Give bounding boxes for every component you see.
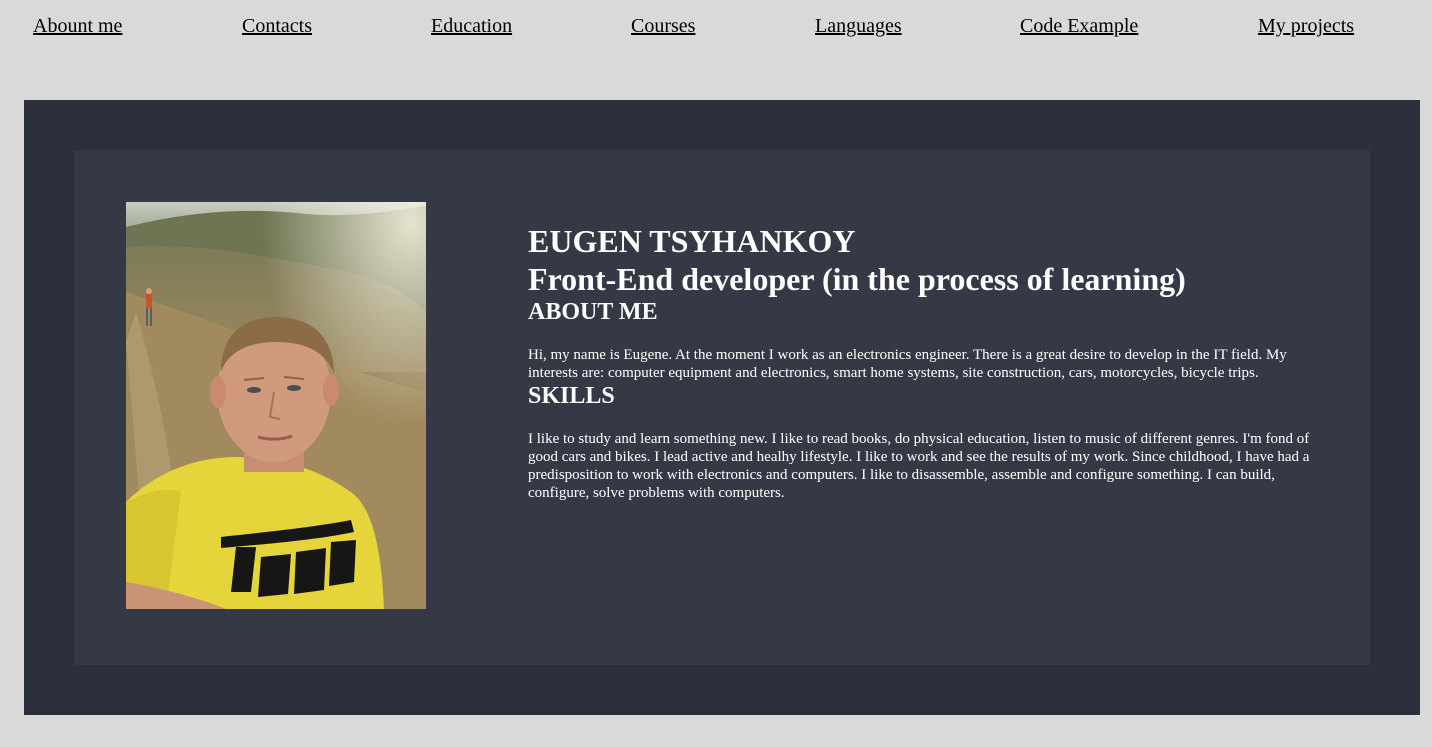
nav-link-about-me[interactable]: Abount me bbox=[33, 14, 122, 38]
nav-link-my-projects[interactable]: My projects bbox=[1258, 14, 1354, 38]
about-title: ABOUT ME bbox=[528, 299, 658, 325]
nav-link-contacts[interactable]: Contacts bbox=[242, 14, 312, 38]
about-text: Hi, my name is Eugene. At the moment I w… bbox=[528, 347, 1287, 381]
profile-info: EUGEN TSYHANKOY Front-End developer (in … bbox=[528, 222, 1328, 502]
profile-role: Front-End developer (in the process of l… bbox=[528, 261, 1186, 297]
top-nav: Abount me Contacts Education Courses Lan… bbox=[0, 0, 1432, 60]
skills-title: SKILLS bbox=[528, 383, 615, 409]
profile-name: EUGEN TSYHANKOY bbox=[528, 223, 856, 259]
profile-photo bbox=[126, 202, 426, 609]
nav-link-code-example[interactable]: Code Example bbox=[1020, 14, 1138, 38]
profile-card: EUGEN TSYHANKOY Front-End developer (in … bbox=[74, 150, 1370, 665]
nav-link-education[interactable]: Education bbox=[431, 14, 512, 38]
nav-link-languages[interactable]: Languages bbox=[815, 14, 902, 38]
nav-link-courses[interactable]: Courses bbox=[631, 14, 695, 38]
main-section: EUGEN TSYHANKOY Front-End developer (in … bbox=[24, 100, 1420, 715]
skills-text: I like to study and learn something new.… bbox=[528, 431, 1310, 501]
